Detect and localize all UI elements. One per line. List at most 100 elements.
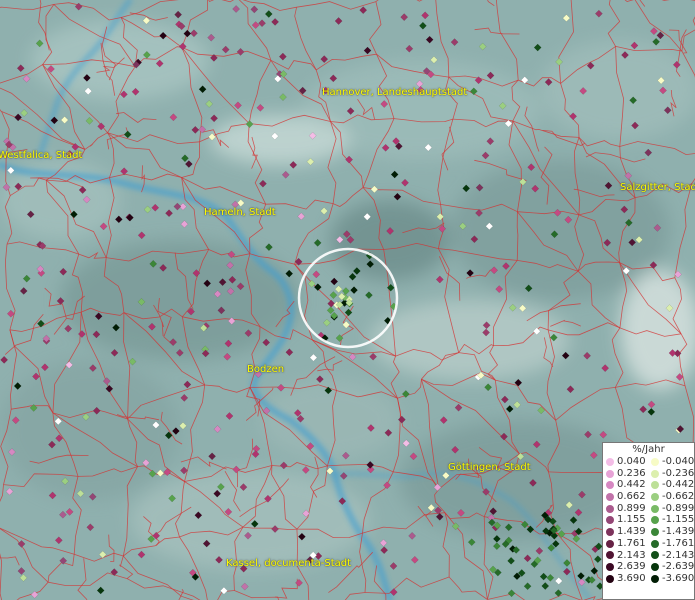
measurement-point[interactable] [502,262,510,270]
measurement-point[interactable] [155,59,164,68]
measurement-point[interactable] [435,512,444,521]
measurement-point[interactable] [482,321,491,330]
measurement-point[interactable] [475,209,483,217]
measurement-point[interactable] [523,582,532,591]
measurement-point[interactable] [307,279,316,288]
measurement-point[interactable] [169,338,178,346]
measurement-point[interactable] [524,284,533,293]
measurement-point[interactable] [507,556,515,565]
measurement-point[interactable] [397,415,406,424]
measurement-point[interactable] [458,222,467,231]
measurement-point[interactable] [425,35,434,44]
measurement-point[interactable] [498,101,507,110]
measurement-point[interactable] [369,352,377,361]
measurement-point[interactable] [308,131,317,140]
measurement-point[interactable] [258,19,266,28]
measurement-point[interactable] [174,10,183,19]
measurement-point[interactable] [352,267,361,275]
measurement-point[interactable] [149,259,158,268]
measurement-point[interactable] [520,76,529,84]
measurement-point[interactable] [190,29,198,38]
measurement-point[interactable] [236,47,245,56]
measurement-point[interactable] [120,90,128,99]
measurement-point[interactable] [289,160,298,169]
measurement-point[interactable] [384,428,393,437]
measurement-point[interactable] [26,210,35,219]
measurement-point[interactable] [312,270,321,279]
measurement-point[interactable] [569,516,578,524]
measurement-point[interactable] [342,287,350,295]
measurement-point[interactable] [601,364,610,372]
measurement-point[interactable] [175,348,184,357]
measurement-point[interactable] [173,202,182,211]
measurement-point[interactable] [112,323,120,332]
measurement-point[interactable] [168,494,176,503]
measurement-point[interactable] [279,93,287,101]
measurement-point[interactable] [454,403,463,412]
measurement-point[interactable] [232,5,240,13]
measurement-point[interactable] [165,209,173,218]
measurement-point[interactable] [14,113,22,122]
measurement-point[interactable] [126,213,134,222]
measurement-point[interactable] [508,303,517,312]
measurement-point[interactable] [159,31,168,40]
measurement-point[interactable] [579,87,588,95]
measurement-point[interactable] [467,538,476,547]
measurement-point[interactable] [424,143,433,152]
measurement-point[interactable] [17,540,26,548]
measurement-point[interactable] [192,269,201,277]
measurement-point[interactable] [120,167,129,176]
measurement-point[interactable] [589,451,598,460]
measurement-point[interactable] [279,461,288,470]
measurement-point[interactable] [439,416,448,425]
measurement-point[interactable] [48,491,57,500]
measurement-point[interactable] [191,125,200,134]
measurement-point[interactable] [256,103,265,112]
measurement-point[interactable] [486,71,495,80]
measurement-point[interactable] [393,192,402,201]
measurement-point[interactable] [599,430,608,439]
measurement-point[interactable] [400,13,409,22]
measurement-point[interactable] [569,112,577,121]
measurement-point[interactable] [148,469,157,478]
measurement-point[interactable] [339,472,348,480]
measurement-point[interactable] [329,74,338,83]
measurement-point[interactable] [647,400,656,409]
measurement-point[interactable] [644,148,653,157]
measurement-point[interactable] [564,215,573,224]
measurement-point[interactable] [13,382,22,390]
measurement-point[interactable] [563,559,571,567]
measurement-point[interactable] [250,520,259,528]
measurement-point[interactable] [505,405,514,413]
measurement-point[interactable] [380,546,389,555]
measurement-point[interactable] [555,58,563,66]
measurement-point[interactable] [54,417,63,426]
measurement-point[interactable] [495,285,504,293]
measurement-point[interactable] [594,9,603,18]
measurement-point[interactable] [163,468,172,477]
measurement-point[interactable] [604,181,613,190]
measurement-point[interactable] [433,483,442,492]
measurement-point[interactable] [221,45,230,54]
measurement-point[interactable] [535,547,544,555]
measurement-point[interactable] [350,286,358,295]
measurement-point[interactable] [239,483,248,491]
measurement-point[interactable] [402,439,411,448]
measurement-point[interactable] [265,243,273,252]
measurement-point[interactable] [264,10,273,18]
measurement-point[interactable] [348,353,357,361]
measurement-point[interactable] [234,101,242,110]
measurement-point[interactable] [19,287,28,295]
measurement-point[interactable] [507,589,516,598]
measurement-point[interactable] [346,107,355,115]
measurement-point[interactable] [410,555,419,564]
measurement-point[interactable] [82,195,91,204]
measurement-point[interactable] [553,208,562,217]
measurement-point[interactable] [164,431,173,440]
measurement-point[interactable] [6,166,15,175]
measurement-point[interactable] [11,416,20,425]
measurement-point[interactable] [442,471,450,480]
measurement-point[interactable] [179,421,187,430]
measurement-point[interactable] [137,231,146,240]
measurement-point[interactable] [102,377,111,385]
